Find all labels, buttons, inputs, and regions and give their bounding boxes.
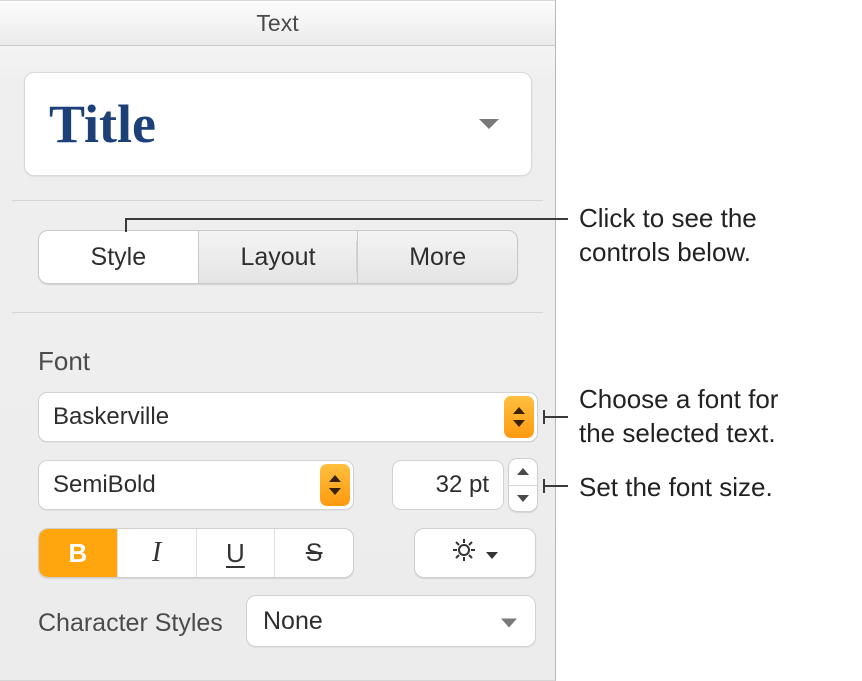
tab-layout-label: Layout xyxy=(240,243,315,272)
character-styles-label: Character Styles xyxy=(38,609,223,638)
leader-line xyxy=(125,218,568,220)
font-family-value: Baskerville xyxy=(53,403,169,431)
italic-glyph: I xyxy=(152,537,161,569)
bold-glyph: B xyxy=(68,538,87,569)
annotation-font-family: Choose a font for the selected text. xyxy=(579,383,778,451)
annotation-text: Click to see the xyxy=(579,203,757,233)
paragraph-style-picker[interactable]: Title xyxy=(24,72,532,176)
updown-icon xyxy=(320,464,350,506)
underline-glyph: U xyxy=(226,538,245,569)
tab-style-label: Style xyxy=(91,243,147,272)
chevron-down-icon xyxy=(477,111,501,137)
bold-button[interactable]: B xyxy=(39,529,118,577)
tab-more-label: More xyxy=(409,243,466,272)
tab-more[interactable]: More xyxy=(358,231,517,283)
font-family-select[interactable]: Baskerville xyxy=(38,392,538,442)
updown-icon xyxy=(504,396,534,438)
font-size-input[interactable]: 32 pt xyxy=(392,460,504,510)
leader-line xyxy=(543,485,568,487)
separator xyxy=(12,200,543,201)
panel-title: Text xyxy=(256,10,298,37)
character-styles-select[interactable]: None xyxy=(246,595,536,647)
format-inspector-panel: Text Title Style Layout More Font xyxy=(0,0,556,681)
tab-style[interactable]: Style xyxy=(39,231,199,283)
gear-icon xyxy=(450,536,478,570)
font-weight-value: SemiBold xyxy=(53,471,156,499)
chevron-down-icon xyxy=(484,540,500,566)
character-styles-value: None xyxy=(263,607,323,636)
italic-button[interactable]: I xyxy=(118,529,197,577)
font-section-label: Font xyxy=(38,346,90,377)
strike-glyph: S xyxy=(306,539,323,568)
strikethrough-button[interactable]: S xyxy=(275,529,353,577)
annotation-tabs: Click to see the controls below. xyxy=(579,202,757,270)
paragraph-style-name: Title xyxy=(49,93,156,155)
annotation-font-size: Set the font size. xyxy=(579,471,773,505)
stepper-down[interactable] xyxy=(509,486,537,512)
annotation-text: Choose a font for xyxy=(579,384,778,414)
annotation-text: controls below. xyxy=(579,237,751,267)
leader-line xyxy=(543,416,568,418)
annotation-text: the selected text. xyxy=(579,418,776,448)
font-size-stepper[interactable] xyxy=(508,458,538,512)
separator xyxy=(12,312,543,313)
stepper-up[interactable] xyxy=(509,459,537,486)
tab-layout[interactable]: Layout xyxy=(199,231,359,283)
font-weight-select[interactable]: SemiBold xyxy=(38,460,354,510)
advanced-options-button[interactable] xyxy=(414,528,536,578)
panel-header: Text xyxy=(0,0,555,46)
text-style-buttons: B I U S xyxy=(38,528,354,578)
underline-button[interactable]: U xyxy=(197,529,276,577)
font-size-value: 32 pt xyxy=(436,471,489,499)
inspector-tabs: Style Layout More xyxy=(38,230,518,284)
chevron-down-icon xyxy=(499,607,519,636)
